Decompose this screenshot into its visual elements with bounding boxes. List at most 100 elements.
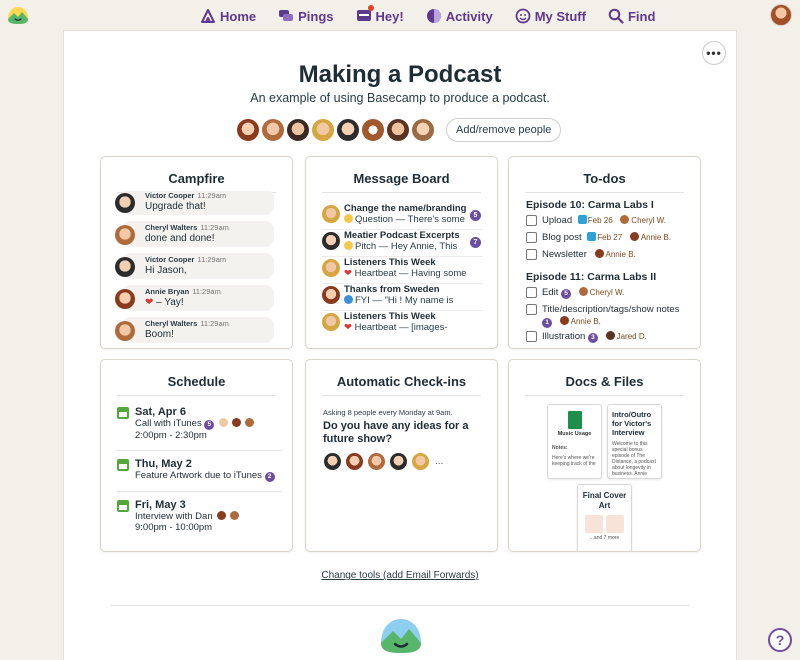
megaphone-icon xyxy=(344,295,353,304)
calendar-icon xyxy=(117,500,129,512)
avatar[interactable] xyxy=(261,118,285,142)
page-subtitle: An example of using Basecamp to produce … xyxy=(250,91,550,105)
message-item[interactable]: Thanks from Sweden FYI — "Hi ! My name i… xyxy=(322,284,483,311)
todo-checkbox[interactable] xyxy=(526,287,537,298)
avatar xyxy=(411,452,430,471)
todo-text: Title/description/tags/show notes xyxy=(542,304,680,315)
hey-icon xyxy=(356,9,371,21)
todo-checkbox[interactable] xyxy=(526,331,537,342)
campfire-text: Boom! xyxy=(145,329,174,340)
todo-checkbox[interactable] xyxy=(526,249,537,260)
todo-assignee: Cheryl W. xyxy=(618,215,666,225)
avatar xyxy=(629,232,639,241)
message-excerpt: FYI — "Hi ! My name is xyxy=(344,295,469,306)
todo-due: Feb 27 xyxy=(587,232,623,242)
message-board-card[interactable]: Message Board Change the name/branding Q… xyxy=(305,156,498,349)
avatar xyxy=(322,286,340,304)
document-thumbnail[interactable]: Final Cover Art ...and 7 more xyxy=(577,484,632,551)
todo-text: Illustration xyxy=(542,331,586,342)
message-item[interactable]: Meatier Podcast Excerpts Pitch — Hey Ann… xyxy=(322,230,483,257)
schedule-event: Sat, Apr 6 Call with iTunes 5 2:00pm - 2… xyxy=(117,406,282,441)
basecamp-logo-icon[interactable] xyxy=(6,4,30,26)
todo-item: Blog post Feb 27 Annie B. xyxy=(526,232,690,249)
campfire-text: Hi Jason, xyxy=(145,265,187,276)
todo-due-date: Feb 27 xyxy=(597,233,623,242)
message-subject: Change the name/branding xyxy=(344,203,467,214)
todo-checkbox[interactable] xyxy=(526,215,537,226)
avatar[interactable] xyxy=(361,118,385,142)
todo-text: Blog post xyxy=(542,232,582,243)
schedule-card[interactable]: Schedule Sat, Apr 6 Call with iTunes 5 2… xyxy=(100,359,293,552)
avatar xyxy=(115,193,135,213)
todo-assignee-name: Jared D. xyxy=(616,332,647,341)
docs-files-card[interactable]: Docs & Files Music Usage Notes: Here's w… xyxy=(508,359,701,552)
comment-count-badge: 5 xyxy=(470,210,481,221)
campfire-line: Cheryl Walters 11:29am Boom! xyxy=(115,317,274,343)
nav-find[interactable]: Find xyxy=(608,8,655,24)
todo-checkbox[interactable] xyxy=(526,304,537,315)
nav-activity[interactable]: Activity xyxy=(426,8,493,24)
message-item[interactable]: Listeners This Week ❤ Heartbeat — [image… xyxy=(322,311,483,338)
campfire-time: 11:29am xyxy=(192,287,221,296)
campfire-text: Upgrade that! xyxy=(145,201,206,212)
lightbulb-icon xyxy=(344,241,353,250)
event-name-row: Feature Artwork due to iTunes 2 xyxy=(135,470,282,482)
checkin-responders: ... xyxy=(323,452,485,471)
nav-home[interactable]: Home xyxy=(200,8,256,24)
todos-card[interactable]: To-dos Episode 10: Carma Labs I Upload F… xyxy=(508,156,701,349)
checkins-card[interactable]: Automatic Check-ins Asking 8 people ever… xyxy=(305,359,498,552)
document-title: Intro/Outro for Victor's Interview xyxy=(612,410,652,437)
avatar[interactable] xyxy=(236,118,260,142)
change-tools-link[interactable]: Change tools (add Email Forwards) xyxy=(64,570,736,581)
todo-text: Upload xyxy=(542,215,573,226)
help-button[interactable]: ? xyxy=(768,628,792,652)
todo-text: Edit xyxy=(542,287,559,298)
todo-text: Newsletter xyxy=(542,249,587,260)
nav-my-stuff[interactable]: My Stuff xyxy=(515,8,586,24)
todo-list-title: Episode 11: Carma Labs II xyxy=(526,271,657,283)
comment-count-badge: 3 xyxy=(587,333,598,343)
image-thumbnail xyxy=(585,515,603,533)
avatar[interactable] xyxy=(311,118,335,142)
avatar xyxy=(389,452,408,471)
todo-due: Feb 26 xyxy=(577,215,613,225)
message-item[interactable]: Listeners This Week ❤ Heartbeat — Having… xyxy=(322,257,483,284)
add-remove-people-button[interactable]: Add/remove people xyxy=(446,118,562,142)
message-item[interactable]: Change the name/branding Question — Ther… xyxy=(322,203,483,230)
todo-item: Illustration 3 Jared D. xyxy=(526,331,690,348)
checkin-schedule-text: Asking 8 people every Monday at 9am. xyxy=(323,408,453,417)
document-thumbnail[interactable]: Intro/Outro for Victor's Interview Welco… xyxy=(607,404,662,479)
participant-count-badge: 5 xyxy=(204,420,215,430)
checkin-question-block: Asking 8 people every Monday at 9am. Do … xyxy=(323,408,485,471)
my-avatar[interactable] xyxy=(770,4,792,26)
document-preview: Here's where we're keeping track of the xyxy=(552,455,596,467)
event-date: Sat, Apr 6 xyxy=(135,406,186,418)
document-thumbnail[interactable]: Music Usage Notes: Here's where we're ke… xyxy=(547,404,602,479)
image-thumbnails xyxy=(578,515,631,533)
schedule-event: Fri, May 3 Interview with Dan 9:00pm - 1… xyxy=(117,499,282,533)
avatar[interactable] xyxy=(386,118,410,142)
campfire-card[interactable]: Campfire Victor Cooper 11:29am Upgrade th… xyxy=(100,156,293,349)
avatar[interactable] xyxy=(411,118,435,142)
avatar xyxy=(322,205,340,223)
avatar[interactable] xyxy=(336,118,360,142)
message-subject: Meatier Podcast Excerpts xyxy=(344,230,460,241)
avatar xyxy=(230,511,240,520)
message-subject: Listeners This Week xyxy=(344,311,436,322)
todo-assignee: Annie B. xyxy=(628,232,671,242)
nav-pings[interactable]: Pings xyxy=(278,8,334,24)
message-excerpt-text: Heartbeat — [images- xyxy=(354,322,448,333)
nav-hey[interactable]: Hey! xyxy=(356,4,404,26)
avatar[interactable] xyxy=(286,118,310,142)
top-nav-bar: Home Pings Hey! Activity My Stuff Find xyxy=(0,0,800,30)
campfire-line: Victor Cooper 11:29am Upgrade that! xyxy=(115,191,274,215)
basecamp-logo-icon[interactable] xyxy=(377,615,425,655)
todo-checkbox[interactable] xyxy=(526,232,537,243)
avatar xyxy=(322,232,340,250)
todo-assignee: Jared D. xyxy=(604,331,647,341)
calendar-icon xyxy=(117,459,129,471)
todo-assignee-name: Annie B. xyxy=(605,250,636,259)
event-name: Interview with Dan xyxy=(135,511,213,522)
checkin-question: Do you have any ideas for a future show? xyxy=(323,420,469,445)
campfire-author: Annie Bryan xyxy=(145,287,190,296)
